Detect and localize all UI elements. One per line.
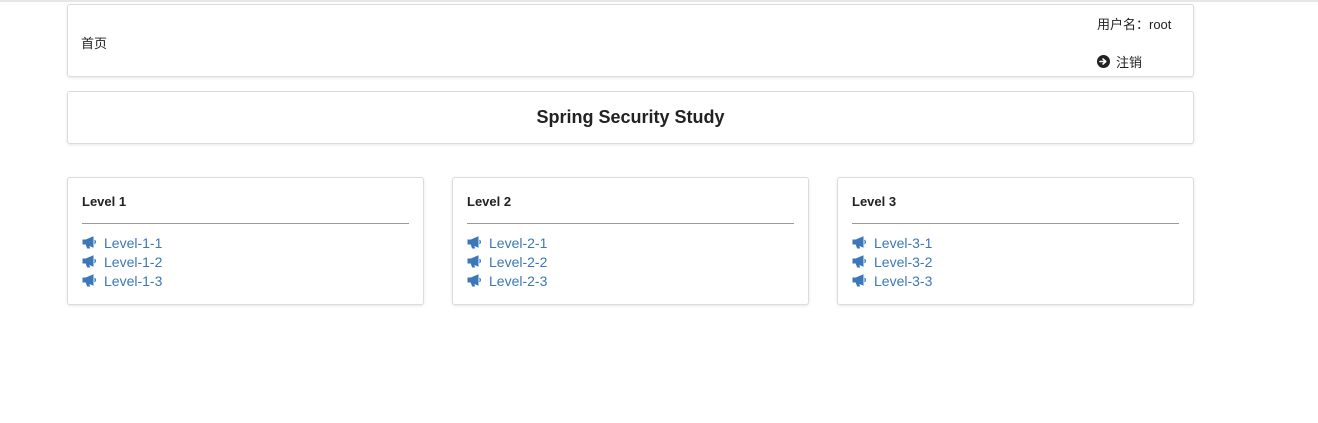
level-link-label: Level-2-3 [489, 272, 548, 289]
level-link-label: Level-1-2 [104, 253, 163, 270]
level-link[interactable]: Level-1-2 [82, 252, 409, 271]
user-box: 用户名：root 注销 [1097, 14, 1171, 71]
level-link[interactable]: Level-3-1 [852, 233, 1179, 252]
username-label: 用户名：root [1097, 17, 1172, 32]
bullhorn-icon [467, 274, 481, 287]
divider [852, 223, 1179, 224]
bullhorn-icon [82, 274, 96, 287]
level-title: Level 1 [82, 194, 127, 209]
level-link[interactable]: Level-2-2 [467, 252, 794, 271]
top-border [0, 0, 1318, 2]
level-link[interactable]: Level-3-2 [852, 252, 1179, 271]
bullhorn-icon [82, 255, 96, 268]
level-link[interactable]: Level-1-3 [82, 271, 409, 290]
level-card-2: Level 2 Level-2-1 Level-2-2 Level-2-3 [452, 177, 809, 305]
level-card-1: Level 1 Level-1-1 Level-1-2 Level-1-3 [67, 177, 424, 305]
level-link-label: Level-2-2 [489, 253, 548, 270]
levels-row: Level 1 Level-1-1 Level-1-2 Level-1-3 Le… [67, 177, 1194, 305]
level-link[interactable]: Level-2-3 [467, 271, 794, 290]
page-container: 首页 用户名：root 注销 Spring Security Study Lev… [67, 4, 1194, 305]
level-link[interactable]: Level-3-3 [852, 271, 1179, 290]
level-link-label: Level-3-2 [874, 253, 933, 270]
level-link-label: Level-1-3 [104, 272, 163, 289]
level-title: Level 2 [467, 194, 512, 209]
banner-panel: Spring Security Study [67, 91, 1194, 144]
bullhorn-icon [852, 255, 866, 268]
logout-label: 注销 [1116, 55, 1143, 70]
bullhorn-icon [852, 274, 866, 287]
level-card-3: Level 3 Level-3-1 Level-3-2 Level-3-3 [837, 177, 1194, 305]
level-title: Level 3 [852, 194, 897, 209]
bullhorn-icon [467, 236, 481, 249]
logout-button[interactable]: 注销 [1097, 52, 1171, 71]
page-title: Spring Security Study [536, 107, 725, 127]
level-link-label: Level-2-1 [489, 234, 548, 251]
bullhorn-icon [82, 236, 96, 249]
level-link[interactable]: Level-2-1 [467, 233, 794, 252]
level-link-label: Level-3-1 [874, 234, 933, 251]
divider [467, 223, 794, 224]
home-link[interactable]: 首页 [81, 33, 107, 52]
divider [82, 223, 409, 224]
level-link-label: Level-1-1 [104, 234, 163, 251]
bullhorn-icon [852, 236, 866, 249]
arrow-circle-right-icon [1097, 55, 1110, 68]
level-link[interactable]: Level-1-1 [82, 233, 409, 252]
header-panel: 首页 用户名：root 注销 [67, 4, 1194, 77]
bullhorn-icon [467, 255, 481, 268]
level-link-label: Level-3-3 [874, 272, 933, 289]
